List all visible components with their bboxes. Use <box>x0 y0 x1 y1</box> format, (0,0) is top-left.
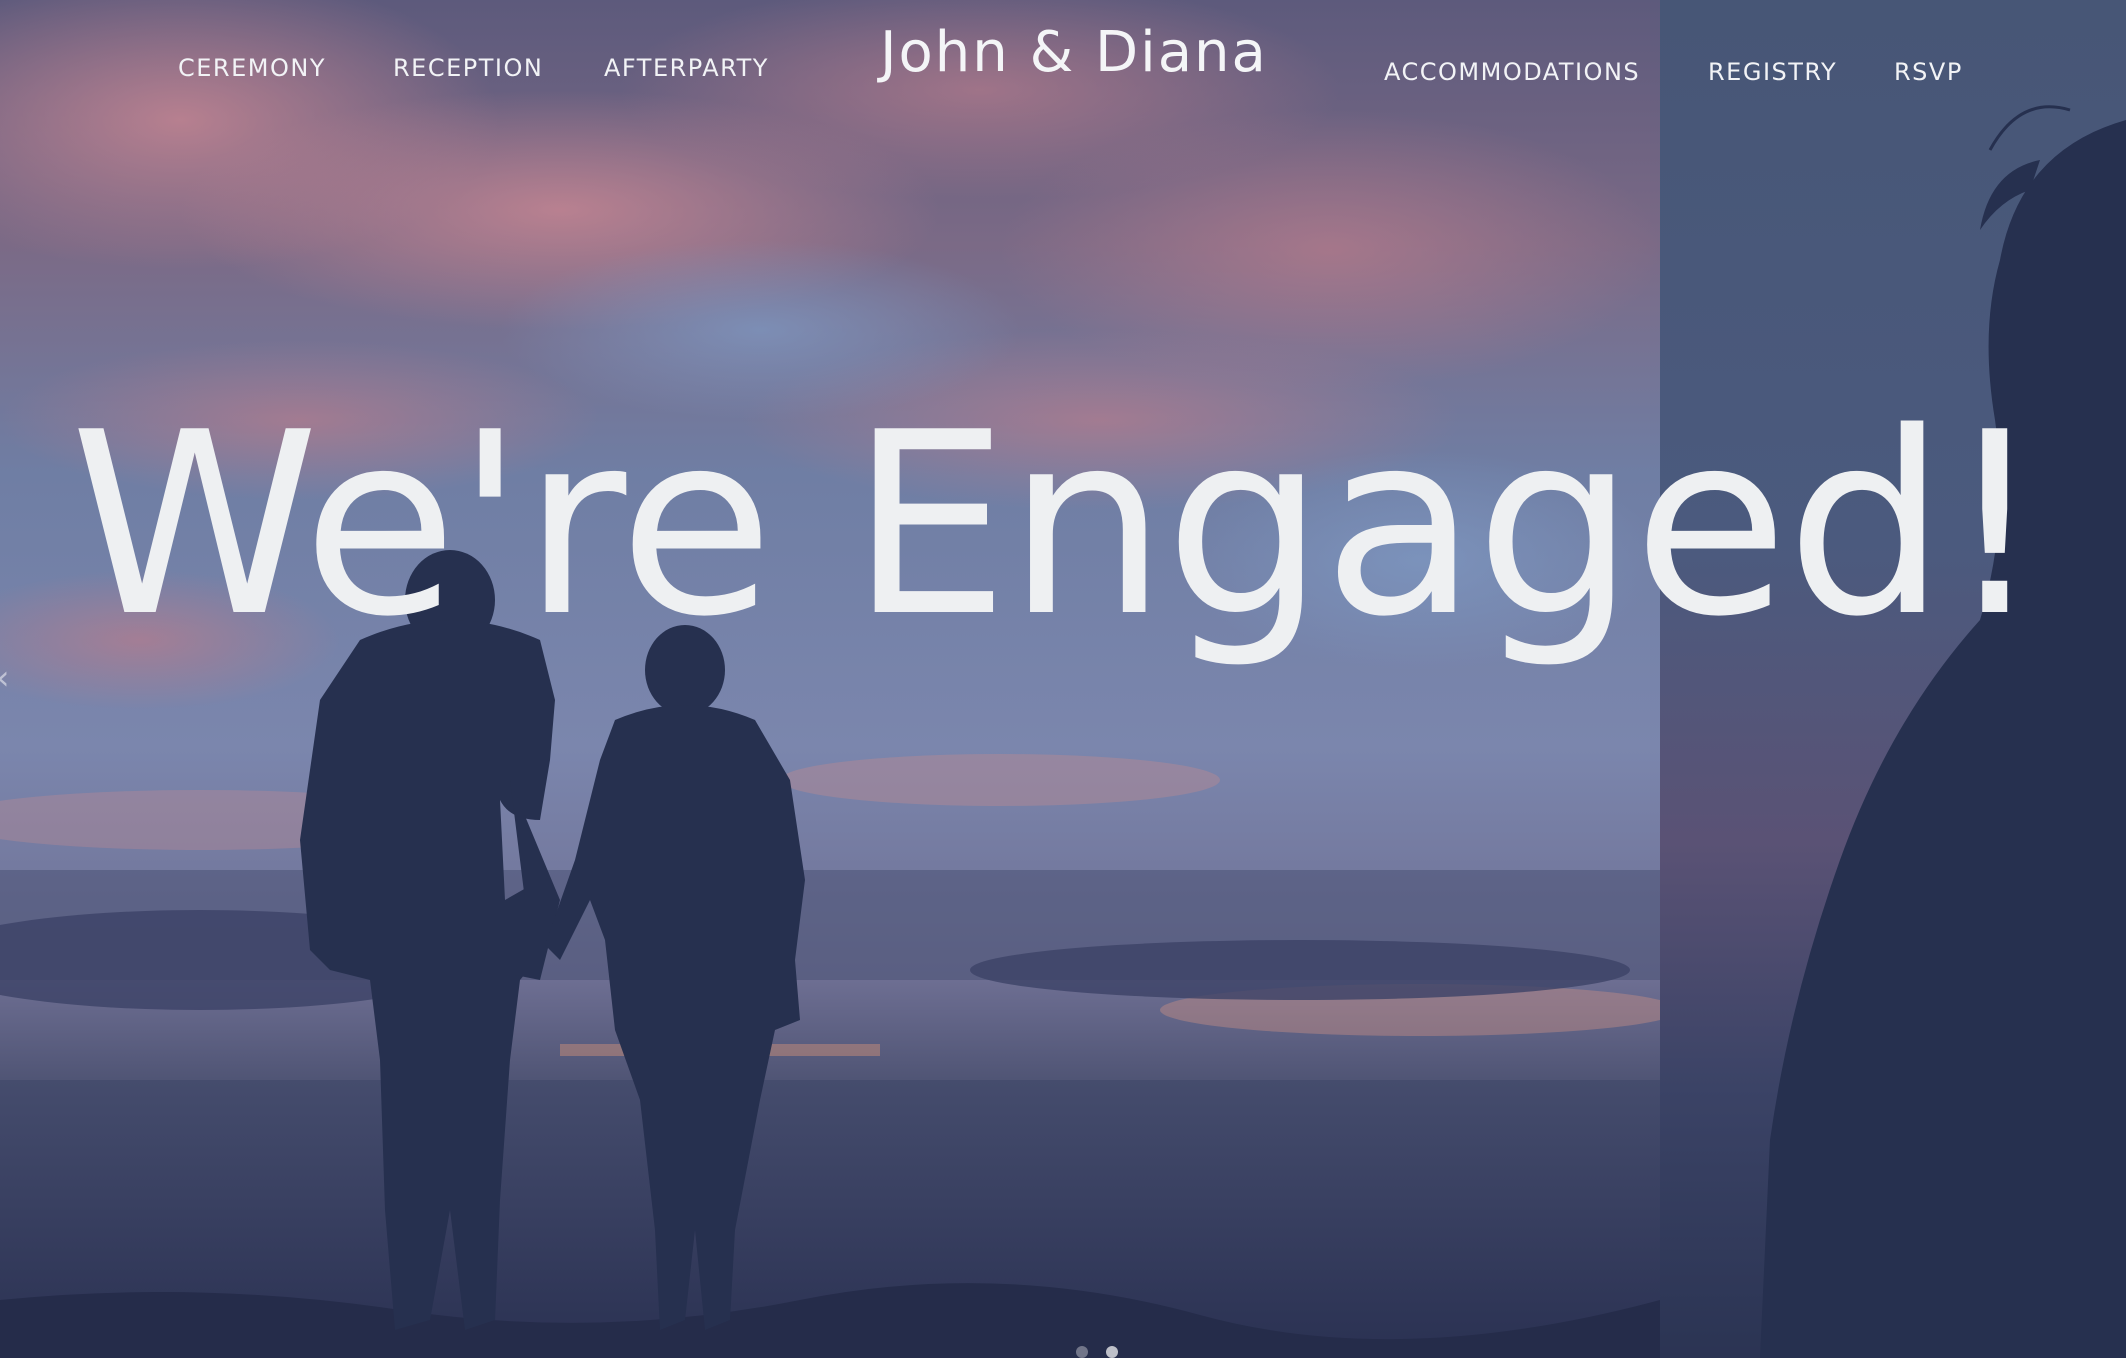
nav-link-registry[interactable]: REGISTRY <box>1708 58 1837 86</box>
sunset-couple-image <box>0 0 1660 1358</box>
profile-silhouette-image <box>1660 0 2126 1358</box>
nav-link-accommodations[interactable]: ACCOMMODATIONS <box>1384 58 1640 86</box>
next-slide-preview <box>1660 0 2126 1358</box>
hero-heading: We're Engaged! <box>70 379 2045 672</box>
nav-link-afterparty[interactable]: AFTERPARTY <box>604 54 769 82</box>
carousel-prev-arrow-icon[interactable]: ‹ <box>0 660 12 696</box>
hero-page: CEREMONY RECEPTION AFTERPARTY John & Dia… <box>0 0 2126 1358</box>
carousel-dot-1[interactable] <box>1076 1346 1088 1358</box>
nav-link-reception[interactable]: RECEPTION <box>393 54 543 82</box>
top-navigation: CEREMONY RECEPTION AFTERPARTY John & Dia… <box>0 0 2126 140</box>
carousel-pagination <box>1076 1346 1118 1358</box>
hero-slide-photo <box>0 0 1660 1358</box>
site-brand-title[interactable]: John & Diana <box>880 20 1300 85</box>
nav-link-rsvp[interactable]: RSVP <box>1894 58 1963 86</box>
carousel-dot-2[interactable] <box>1106 1346 1118 1358</box>
nav-link-ceremony[interactable]: CEREMONY <box>178 54 326 82</box>
